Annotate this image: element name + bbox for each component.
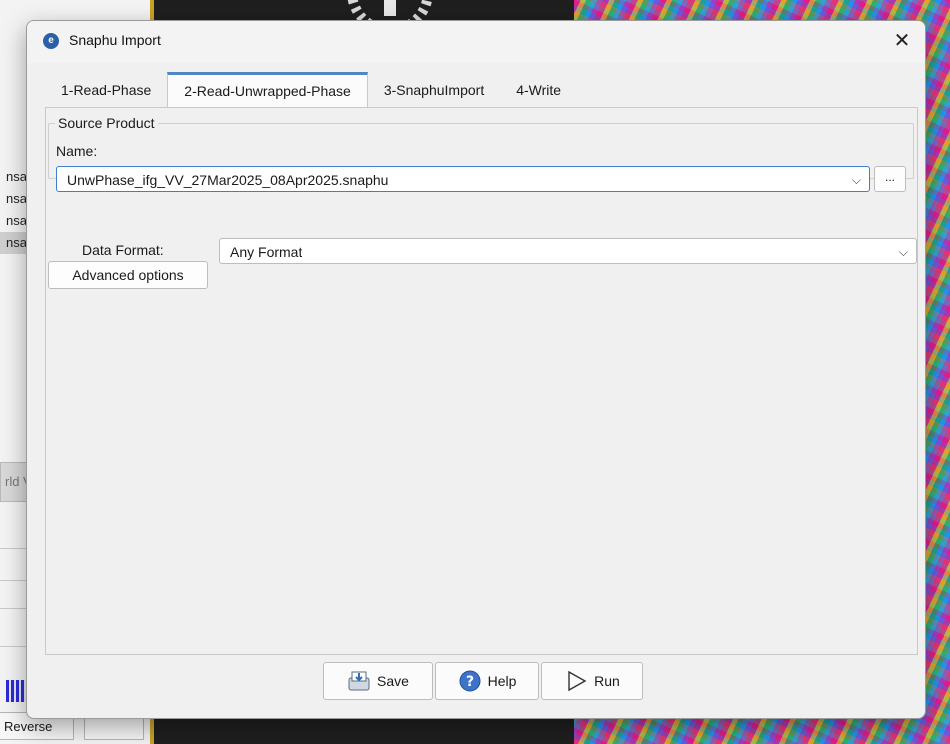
data-format-label: Data Format: (82, 242, 164, 258)
svg-text:?: ? (466, 674, 474, 690)
play-icon (564, 669, 588, 693)
help-button[interactable]: ? Help (435, 662, 539, 700)
browse-button[interactable]: ... (874, 166, 906, 192)
tab-read-phase[interactable]: 1-Read-Phase (45, 72, 167, 108)
tab-snaphu-import[interactable]: 3-SnaphuImport (368, 72, 500, 108)
tab-panel: Source Product Name: UnwPhase_ifg_VV_27M… (45, 107, 918, 655)
save-icon (347, 669, 371, 693)
tab-bar: 1-Read-Phase 2-Read-Unwrapped-Phase 3-Sn… (45, 72, 577, 108)
help-icon: ? (458, 669, 482, 693)
tab-write[interactable]: 4-Write (500, 72, 577, 108)
help-label: Help (487, 673, 517, 689)
advanced-options-button[interactable]: Advanced options (48, 261, 208, 289)
run-button[interactable]: Run (541, 662, 643, 700)
source-product-select[interactable]: UnwPhase_ifg_VV_27Mar2025_08Apr2025.snap… (56, 166, 870, 192)
desktop: nsar nsar_ nsar_ nsar_ rld V Reverse e S… (0, 0, 950, 744)
dialog-titlebar[interactable]: e Snaphu Import ✕ (27, 21, 925, 63)
data-format-select[interactable]: Any Format ⌵ (219, 238, 917, 264)
action-buttons: Save ? Help Run (323, 662, 645, 700)
run-label: Run (594, 673, 620, 689)
tab-read-unwrapped-phase[interactable]: 2-Read-Unwrapped-Phase (167, 72, 368, 108)
chevron-down-icon: ⌵ (851, 173, 861, 187)
save-button[interactable]: Save (323, 662, 433, 700)
chevron-down-icon: ⌵ (898, 245, 908, 259)
close-button[interactable]: ✕ (879, 21, 925, 61)
app-icon: e (43, 33, 59, 49)
source-product-title: Source Product (55, 115, 158, 131)
snaphu-import-dialog: e Snaphu Import ✕ 1-Read-Phase 2-Read-Un… (26, 20, 926, 719)
name-label: Name: (56, 143, 98, 159)
save-label: Save (377, 673, 409, 689)
data-format-value: Any Format (230, 244, 303, 260)
source-product-value: UnwPhase_ifg_VV_27Mar2025_08Apr2025.snap… (67, 172, 389, 188)
dialog-title: Snaphu Import (69, 32, 161, 48)
